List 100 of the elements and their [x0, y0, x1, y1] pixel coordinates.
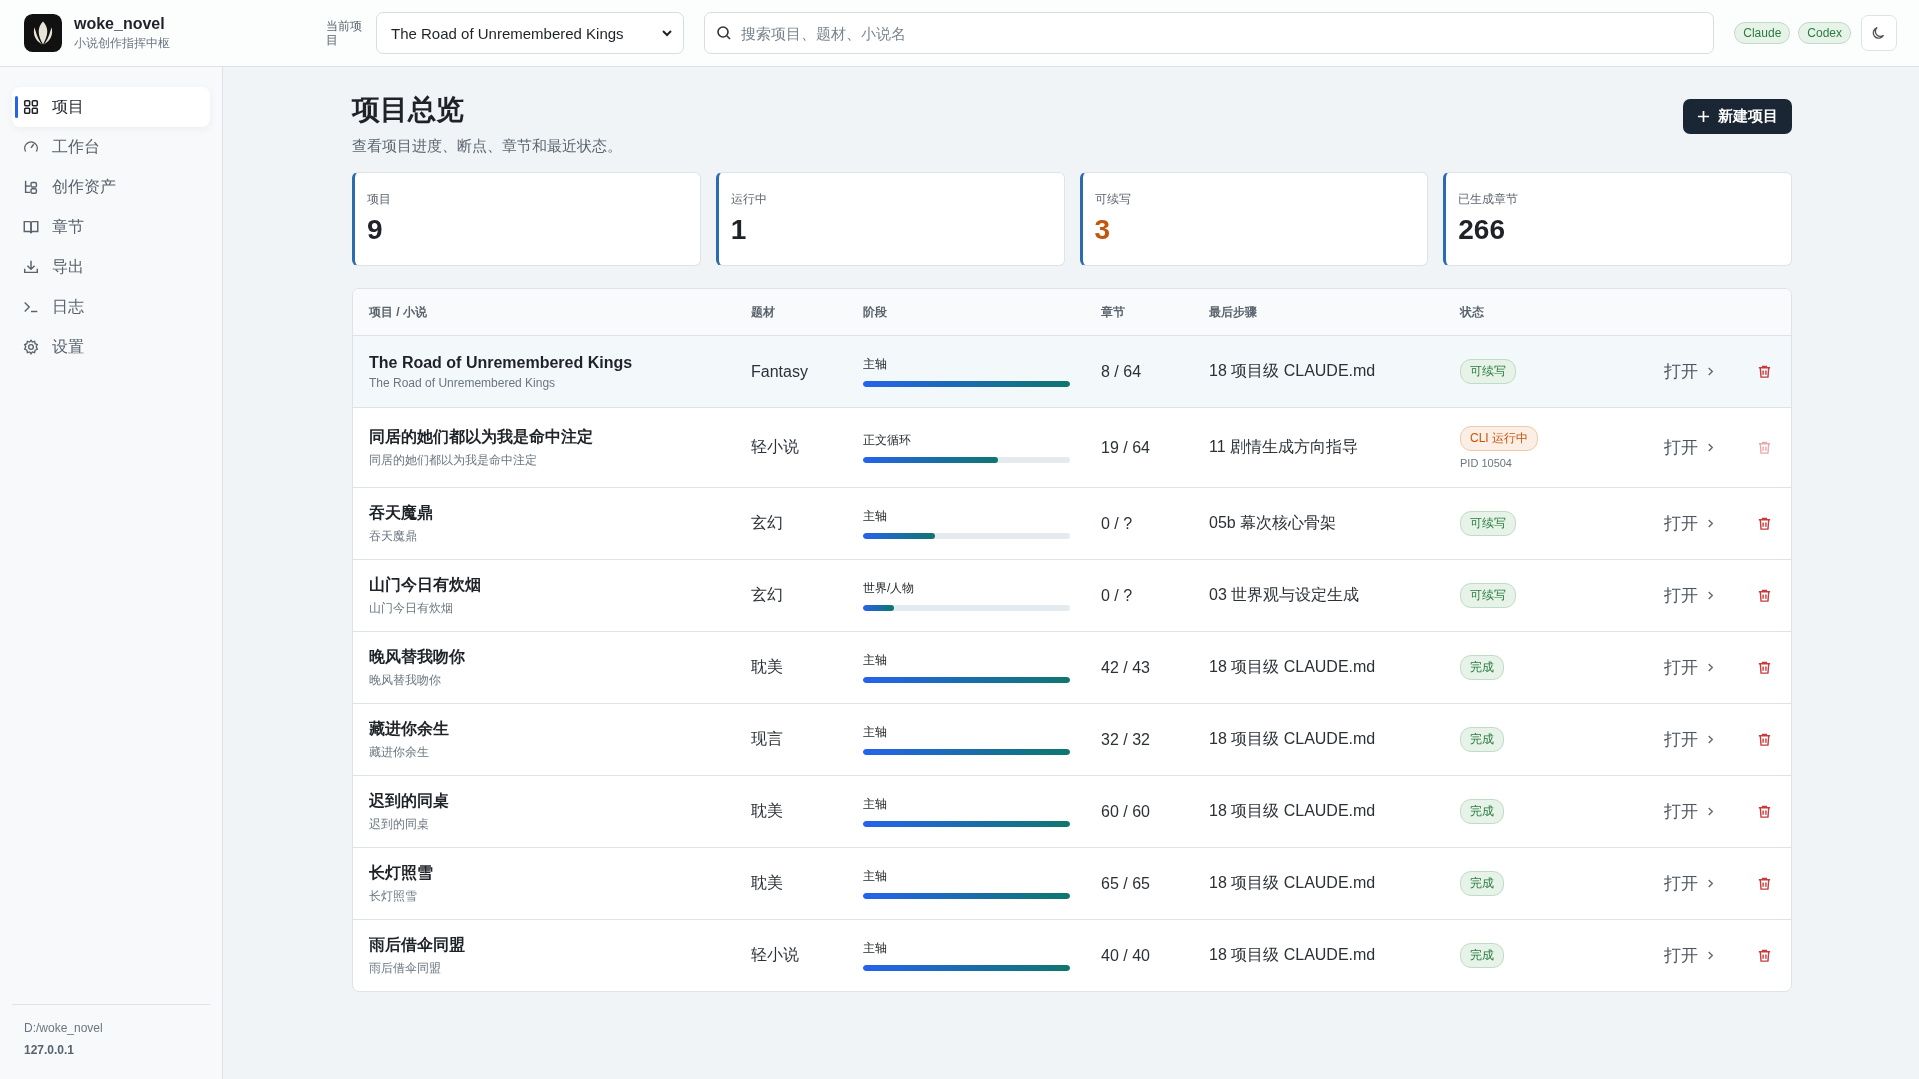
stage-label: 主轴 [863, 508, 888, 525]
trash-icon [1757, 588, 1772, 603]
project-title: 山门今日有炊烟 [369, 574, 482, 595]
sidebar-item[interactable]: 导出 [12, 247, 210, 287]
caret-icon [661, 27, 673, 39]
open-button[interactable]: 打开 [1664, 872, 1698, 895]
book-icon [22, 218, 40, 236]
chevron-icon [1706, 590, 1715, 601]
chevron-icon [1706, 518, 1715, 529]
status-badge: CLI 运行中 [1460, 426, 1538, 451]
open-button[interactable]: 打开 [1664, 944, 1698, 967]
page-title: 项目总览 [352, 93, 465, 127]
trash-icon [1757, 732, 1772, 747]
open-button[interactable]: 打开 [1664, 800, 1698, 823]
chevron-icon [1706, 366, 1715, 377]
open-button[interactable]: 打开 [1664, 360, 1698, 383]
chapters-cell-text: 65 / 65 [1101, 874, 1151, 893]
trash-icon [1757, 516, 1772, 531]
open-button[interactable]: 打开 [1664, 584, 1698, 607]
open-button[interactable]: 打开 [1664, 728, 1698, 751]
pid-label: PID 10504 [1460, 457, 1512, 469]
project-row[interactable]: The Road of Unremembered Kings The Road of Unremembered Kings Fantasy 主轴 8 / 64 18 项目级 CLAUDE.md 可续写 打开 [353, 336, 1791, 408]
status-badge: 可续写 [1460, 359, 1516, 384]
chapters-cell-text: 0 / ? [1101, 514, 1134, 533]
open-button[interactable]: 打开 [1664, 656, 1698, 679]
new-project-button[interactable]: 新建项目 [1683, 99, 1792, 134]
status-badge: 完成 [1460, 799, 1504, 824]
sidebar-item[interactable]: 项目 [12, 87, 210, 127]
novel-name: 长灯照雪 [369, 887, 418, 905]
last-step-cell-text: 18 项目级 CLAUDE.md [1209, 657, 1377, 677]
project-row[interactable]: 藏进你余生 藏进你余生 现言 主轴 32 / 32 18 项目级 CLAUDE.md 完成 打开 [353, 704, 1791, 776]
chapters-cell-text: 0 / ? [1101, 586, 1134, 605]
chevron-icon [1706, 806, 1715, 817]
trash-icon [1757, 948, 1772, 963]
stage-label: 主轴 [863, 356, 888, 373]
project-row[interactable]: 山门今日有炊烟 山门今日有炊烟 玄幻 世界/人物 0 / ? 03 世界观与设定生成 可续写 打开 [353, 560, 1791, 632]
last-step-cell-text: 18 项目级 CLAUDE.md [1209, 945, 1377, 965]
novel-name: 迟到的同桌 [369, 815, 430, 833]
stage-label: 主轴 [863, 868, 888, 885]
trash-icon [1757, 876, 1772, 891]
theme-toggle[interactable] [1861, 15, 1897, 51]
app-subtitle: 小说创作指挥中枢 [74, 34, 170, 52]
chapters-cell-text: 42 / 43 [1101, 658, 1151, 677]
project-row[interactable]: 长灯照雪 长灯照雪 耽美 主轴 65 / 65 18 项目级 CLAUDE.md 完成 打开 [353, 848, 1791, 920]
column-header: 题材 [751, 303, 776, 321]
stat-value: 1 [730, 214, 748, 246]
last-step-cell-text: 18 项目级 CLAUDE.md [1209, 729, 1377, 749]
last-step-cell-text: 18 项目级 CLAUDE.md [1209, 361, 1377, 381]
project-title: 吞天魔鼎 [369, 502, 434, 523]
search-icon [716, 25, 732, 41]
genre-cell-text: Fantasy [751, 362, 809, 381]
sidebar-item[interactable]: 章节 [12, 207, 210, 247]
stage-label: 主轴 [863, 940, 888, 957]
search-field[interactable]: 搜索项目、题材、小说名 [704, 12, 1715, 54]
chapters-cell-text: 19 / 64 [1101, 438, 1151, 457]
project-title: 迟到的同桌 [369, 790, 450, 811]
status-badge: 完成 [1460, 871, 1504, 896]
open-button[interactable]: 打开 [1664, 436, 1698, 459]
project-row[interactable]: 迟到的同桌 迟到的同桌 耽美 主轴 60 / 60 18 项目级 CLAUDE.md 完成 打开 [353, 776, 1791, 848]
trash-icon [1757, 804, 1772, 819]
stage-label: 主轴 [863, 724, 888, 741]
column-header: 项目 / 小说 [369, 303, 428, 321]
chapters-cell-text: 60 / 60 [1101, 802, 1151, 821]
open-button[interactable]: 打开 [1664, 512, 1698, 535]
column-header: 阶段 [863, 303, 888, 321]
grid-icon [22, 98, 40, 116]
status-badge: 完成 [1460, 727, 1504, 752]
project-title: 长灯照雪 [369, 862, 434, 883]
project-title: 晚风替我吻你 [369, 646, 466, 667]
last-step-cell-text: 05b 幕次核心骨架 [1209, 513, 1338, 533]
chapters-cell-text: 32 / 32 [1101, 730, 1151, 749]
status-badge: 完成 [1460, 943, 1504, 968]
project-select[interactable]: The Road of Unremembered Kings [376, 12, 684, 54]
genre-cell-text: 玄幻 [751, 513, 784, 533]
project-title: 藏进你余生 [369, 718, 450, 739]
column-header: 状态 [1460, 303, 1485, 321]
sidebar-item[interactable]: 工作台 [12, 127, 210, 167]
chapters-cell-text: 8 / 64 [1101, 362, 1143, 381]
project-row[interactable]: 雨后借伞同盟 雨后借伞同盟 轻小说 主轴 40 / 40 18 项目级 CLAUDE.md 完成 打开 [353, 920, 1791, 991]
project-row[interactable]: 吞天魔鼎 吞天魔鼎 玄幻 主轴 0 / ? 05b 幕次核心骨架 可续写 打开 [353, 488, 1791, 560]
stage-label: 主轴 [863, 796, 888, 813]
genre-cell-text: 现言 [751, 729, 784, 749]
project-row[interactable]: 同居的她们都以为我是命中注定 同居的她们都以为我是命中注定 轻小说 正文循环 19 / 64 11 剧情生成方向指导 CLI 运行中 PID 10504 打开 [353, 408, 1791, 488]
project-title: 同居的她们都以为我是命中注定 [369, 426, 594, 447]
project-path: D:/woke_novel [24, 1021, 104, 1035]
sidebar-item[interactable]: 日志 [12, 287, 210, 327]
chevron-icon [1706, 950, 1715, 961]
sidebar-item[interactable]: 设置 [12, 327, 210, 367]
novel-name: The Road of Unremembered Kings [369, 375, 557, 390]
stage-label: 正文循环 [863, 432, 912, 449]
project-row[interactable]: 晚风替我吻你 晚风替我吻你 耽美 主轴 42 / 43 18 项目级 CLAUDE.md 完成 打开 [353, 632, 1791, 704]
sidebar-item[interactable]: 创作资产 [12, 167, 210, 207]
column-header: 最后步骤 [1209, 303, 1258, 321]
chapters-cell-text: 40 / 40 [1101, 946, 1151, 965]
stat-value: 266 [1458, 214, 1506, 246]
stat-value: 9 [367, 214, 384, 246]
trash-icon [1757, 364, 1772, 379]
stat-value: 3 [1094, 214, 1112, 246]
page-subtitle: 查看项目进度、断点、章节和最近状态。 [352, 137, 622, 156]
genre-cell-text: 耽美 [751, 801, 784, 821]
